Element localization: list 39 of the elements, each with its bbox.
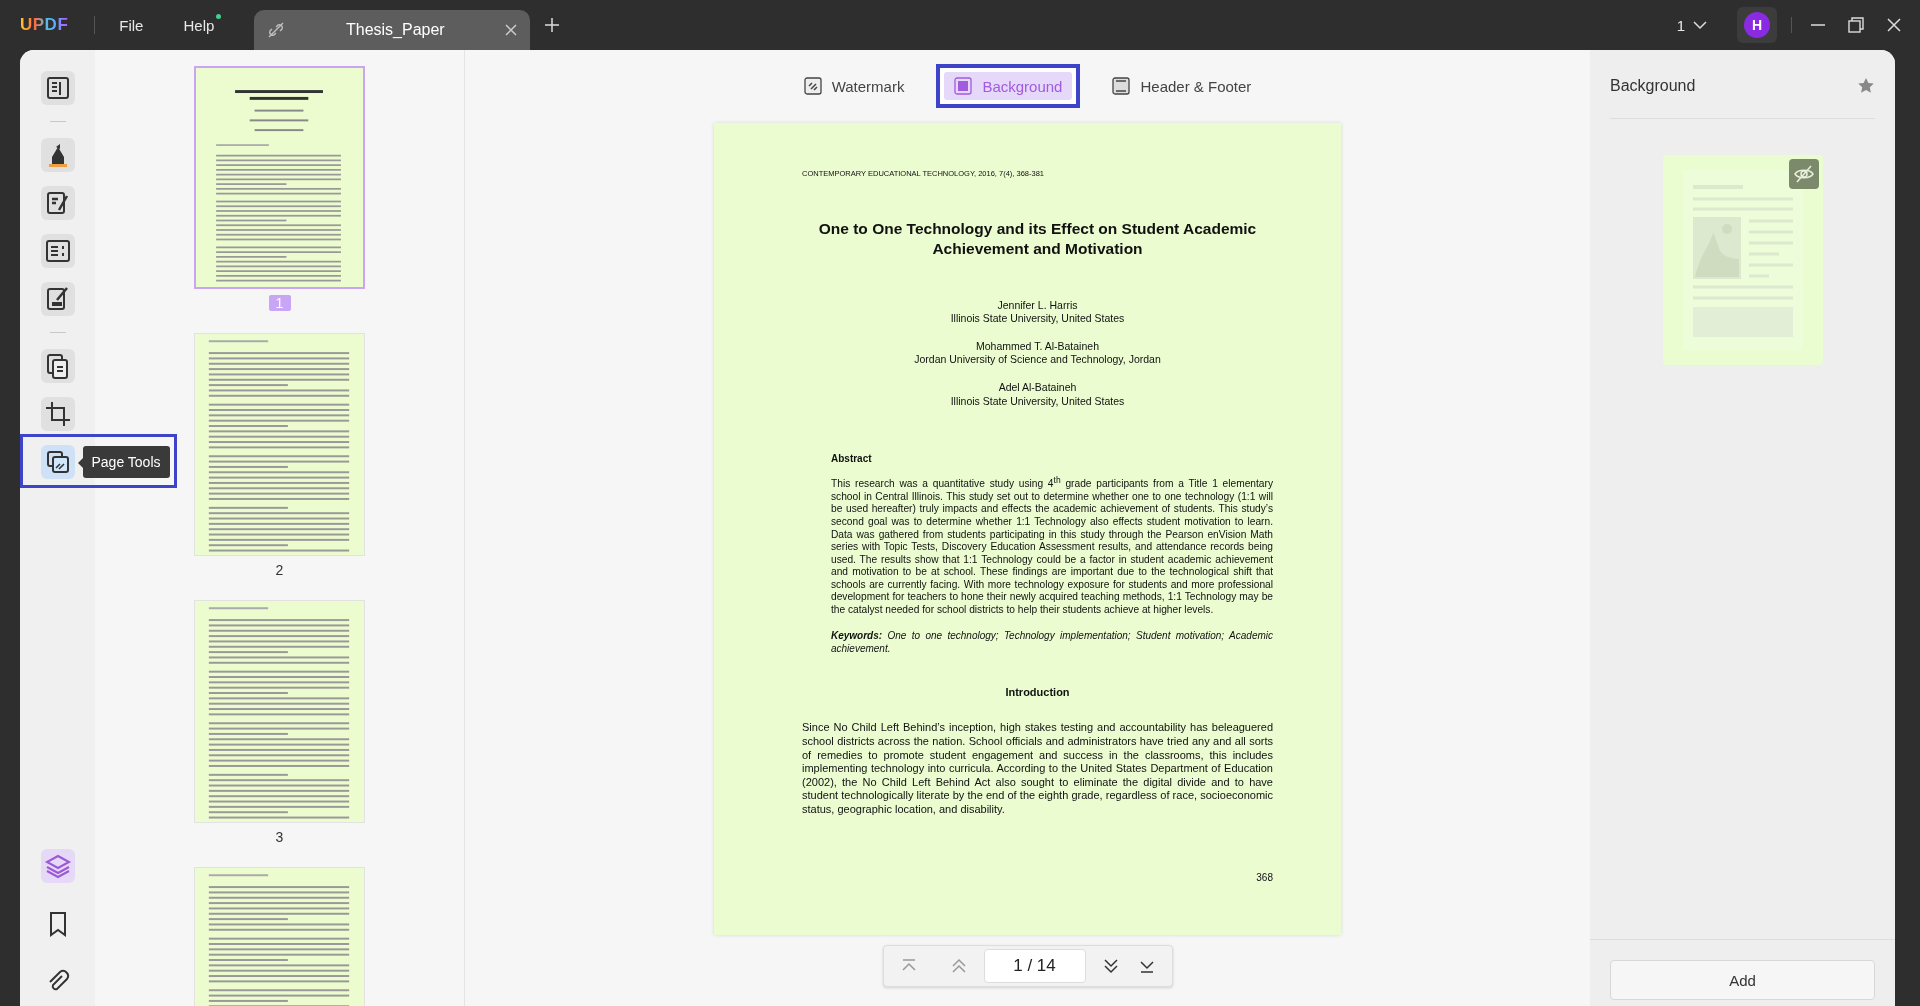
plus-icon[interactable] bbox=[544, 17, 561, 33]
page-number: 368 bbox=[1256, 870, 1273, 885]
page-thumbnail[interactable] bbox=[194, 66, 365, 289]
abstract-paragraph: This research was a quantitative study using 4$^{th}$ grade participants from a Title 1 elementary school in Central Illinois. This study set out to determine whether one to one technology (1:1 will be used hereafter) truly impacts and effects the academic achievement of students. This study’s second goal was to determine whether 1:1 Technology also effects student motivation to learn. Data was gathered from students participating in this study through the Pearson enVision Math series with Topic Tests, Discovery Education Assessment results, and attendance records being used. The results show that 1:1 Technology could be a factor in student academic achievement and motivation to be at school. These findings are important due to the technological shift that schools are currently facing. With more technology exposure for students and more professional development for teachers to hone their newly acquired teaching methods, 1:1 Technology may be the catalyst needed for school districts to help their students achieve at higher levels. bbox=[831, 473, 1273, 617]
watermark-icon bbox=[803, 77, 822, 95]
page-number-field[interactable]: 1 / 14 bbox=[983, 949, 1086, 983]
author-name: Mohammed T. Al-Bataineh bbox=[975, 339, 1100, 354]
restore-icon[interactable] bbox=[1848, 17, 1864, 33]
document-tab[interactable]: Thesis_Paper bbox=[254, 10, 531, 50]
page-selector[interactable]: 1 bbox=[1676, 16, 1685, 34]
tab-title: Thesis_Paper bbox=[344, 21, 446, 39]
keywords-line: Keywords: One to one technology; Technology implementation; Student motivation; Academic achievement. bbox=[831, 628, 1273, 656]
background-template-drawing[interactable] bbox=[1662, 155, 1823, 365]
section-heading: Introduction bbox=[1004, 685, 1071, 700]
add-button[interactable]: Add bbox=[1610, 960, 1875, 1000]
chevron-down-icon[interactable] bbox=[1693, 20, 1707, 30]
section-heading: Abstract bbox=[831, 452, 873, 466]
page-number-label[interactable]: 2 bbox=[268, 562, 291, 578]
tool-tab[interactable]: Watermark bbox=[793, 72, 915, 100]
author-name: Jennifer L. Harris bbox=[996, 298, 1079, 313]
paper-title: One to One Technology and its Effect on Student Academic Achievement and Motivation bbox=[817, 218, 1258, 259]
user-avatar[interactable]: H bbox=[1744, 12, 1770, 38]
author-affiliation: Jordan University of Science and Technology, Jordan bbox=[913, 353, 1162, 367]
author-affiliation: Illinois State University, United States bbox=[949, 394, 1126, 409]
link-off-icon bbox=[266, 20, 287, 40]
visibility-toggle[interactable] bbox=[1788, 159, 1819, 189]
star-icon[interactable] bbox=[1857, 77, 1875, 95]
panel-title: Background bbox=[1610, 77, 1696, 95]
tool-tab[interactable]: Header & Footer bbox=[1102, 72, 1262, 100]
eye-off-icon bbox=[1792, 163, 1815, 185]
close-icon[interactable] bbox=[1886, 17, 1902, 33]
menu-item[interactable]: File bbox=[119, 16, 144, 34]
background-icon bbox=[954, 77, 973, 95]
page-number-label[interactable]: 3 bbox=[268, 829, 291, 845]
author-name: Adel Al-Bataineh bbox=[997, 380, 1078, 395]
body-paragraph: Since No Child Left Behind’s inception, high stakes testing and accountability has beleaguered school districts across the nation. School officials and administrators have tried any and all sorts of remedies to promote student engagement and success in the classrooms, this includes implementing technology into curricula. According to the United States Department of Education (2002), the No Child Left Behind Act also sought to eliminate the digital divide and to have student technologically literate by the end of the eighth grade, regardless of race, socioeconomic status, geographic location, and disability. bbox=[802, 721, 1273, 817]
author-affiliation: Illinois State University, United States bbox=[949, 312, 1126, 326]
header-footer-icon bbox=[1112, 77, 1131, 95]
menu-item[interactable]: Help bbox=[183, 16, 215, 34]
